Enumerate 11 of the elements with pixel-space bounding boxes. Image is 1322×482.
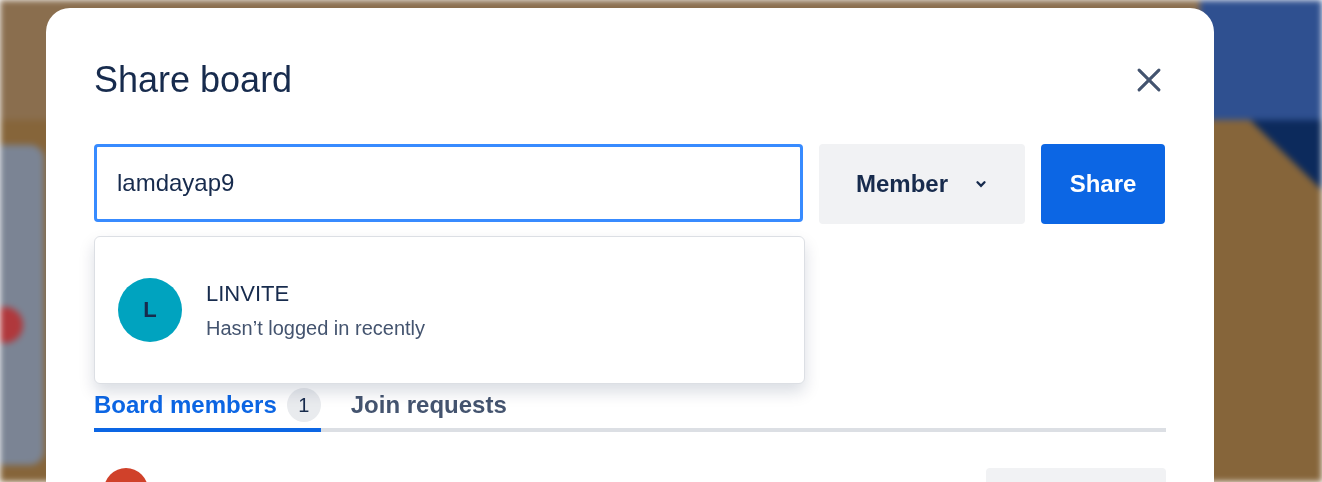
avatar: L (118, 278, 182, 342)
role-dropdown[interactable]: Member (819, 144, 1025, 224)
tab[interactable]: Join requests (350, 388, 507, 432)
tab[interactable]: Board members 1 (94, 388, 321, 432)
dialog-title: Share board (94, 59, 293, 101)
search-field[interactable]: lamdayap9 (94, 144, 803, 222)
share-button[interactable]: Share (1041, 144, 1165, 224)
user-status: Hasn’t logged in recently (206, 316, 425, 340)
suggestion-item[interactable]: L LINVITE Hasn’t logged in recently (95, 260, 804, 360)
count-badge: 1 (286, 388, 321, 422)
user-name: LINVITE (206, 280, 291, 307)
